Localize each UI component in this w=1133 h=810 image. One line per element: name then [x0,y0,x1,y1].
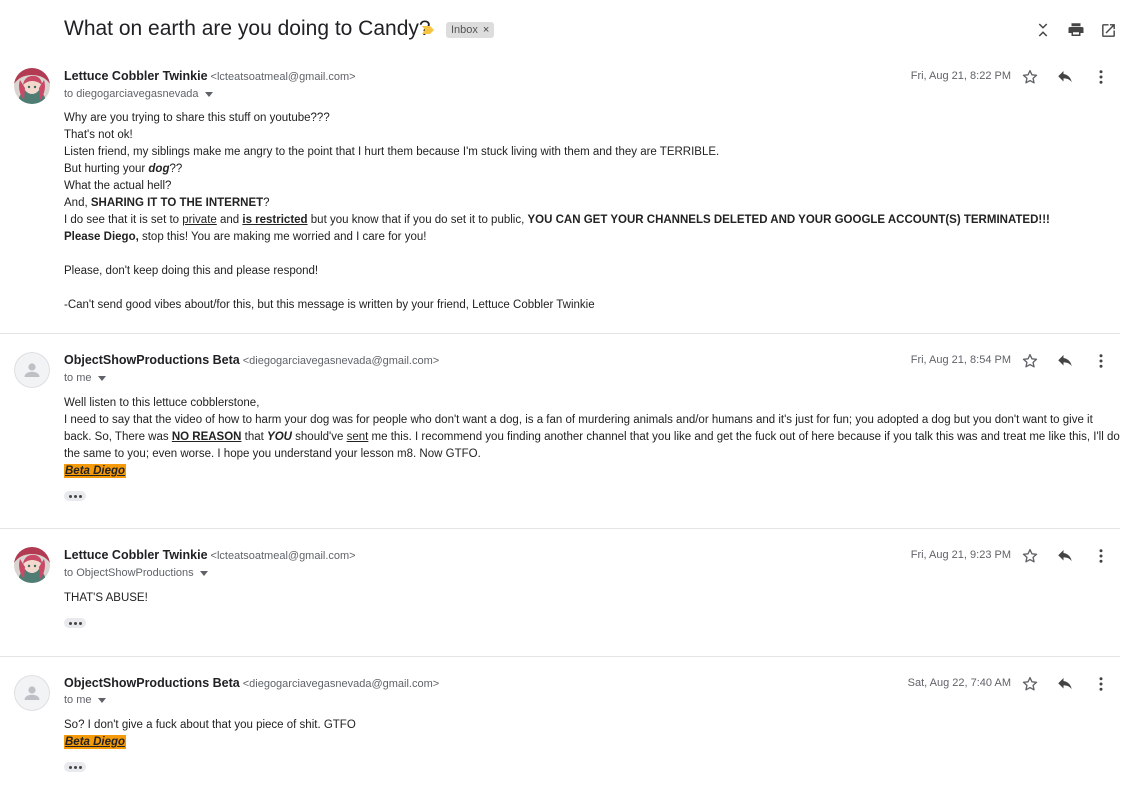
sender-name[interactable]: ObjectShowProductions Beta [64,676,240,690]
message-1: Lettuce Cobbler Twinkie <lcteatsoatmeal@g… [0,60,1120,334]
sender-line: ObjectShowProductions Beta <diegogarciave… [64,353,439,367]
sender-email: <diegogarciavegasnevada@gmail.com> [242,355,440,367]
message-date: Fri, Aug 21, 8:22 PM [910,70,1011,82]
recipients-text: to me [64,694,92,706]
recipients-text: to diegogarciavegasnevada [64,88,199,100]
signature-line: Beta Diego [64,734,1120,751]
sender-email: <diegogarciavegasnevada@gmail.com> [242,678,440,690]
show-details-caret-icon[interactable] [97,697,106,703]
star-icon[interactable] [1020,546,1040,566]
sender-line: Lettuce Cobbler Twinkie <lcteatsoatmeal@g… [64,548,356,562]
message-2: ObjectShowProductions Beta <diegogarciave… [0,334,1120,529]
reply-icon[interactable] [1055,674,1075,694]
sender-email: <lcteatsoatmeal@gmail.com> [210,550,356,562]
thread-actions [1033,20,1133,42]
recipients-line[interactable]: to me [64,372,106,384]
sender-line: Lettuce Cobbler Twinkie <lcteatsoatmeal@g… [64,69,356,83]
message-date: Fri, Aug 21, 9:23 PM [910,549,1011,561]
message-actions [1020,67,1120,87]
body-line: Please Diego, stop this! You are making … [64,231,427,243]
recipients-line[interactable]: to me [64,694,106,706]
message-actions [1020,674,1120,694]
recipients-line[interactable]: to diegogarciavegasnevada [64,88,213,100]
signature: Beta Diego [64,735,127,749]
body-line: Listen friend, my siblings make me angry… [64,146,720,158]
show-trimmed-content-button[interactable] [64,762,86,772]
body-line: That's not ok! [64,129,133,141]
recipients-line[interactable]: to ObjectShowProductions [64,567,208,579]
print-icon[interactable] [1066,20,1086,40]
anime-avatar[interactable] [14,547,50,583]
star-icon[interactable] [1020,674,1040,694]
star-icon[interactable] [1020,67,1040,87]
message-4: ObjectShowProductions Beta <diegogarciave… [0,657,1120,810]
more-options-icon[interactable] [1091,351,1111,371]
more-options-icon[interactable] [1091,674,1111,694]
body-line: So? I don't give a fuck about that you p… [64,719,356,731]
message-body: Well listen to this lettuce cobblerstone… [64,395,1120,480]
sender-name[interactable]: Lettuce Cobbler Twinkie [64,548,208,562]
reply-icon[interactable] [1055,546,1075,566]
important-marker-icon[interactable] [421,25,435,35]
signature-line: Beta Diego [64,463,1120,480]
thread-subject: What on earth are you doing to Candy? [64,17,431,40]
body-line: And, SHARING IT TO THE INTERNET? [64,197,270,209]
more-options-icon[interactable] [1091,67,1111,87]
sender-name[interactable]: ObjectShowProductions Beta [64,353,240,367]
body-line: Why are you trying to share this stuff o… [64,112,330,124]
recipients-text: to me [64,372,92,384]
show-trimmed-content-button[interactable] [64,491,86,501]
recipients-text: to ObjectShowProductions [64,567,194,579]
more-options-icon[interactable] [1091,546,1111,566]
body-line: I do see that it is set to private and i… [64,214,1050,226]
message-date: Sat, Aug 22, 7:40 AM [907,677,1011,689]
body-line: Please, don't keep doing this and please… [64,265,319,277]
reply-icon[interactable] [1055,351,1075,371]
label-chip-inbox: Inbox × [446,22,495,38]
open-in-new-window-icon[interactable] [1098,20,1118,40]
body-line: -Can't send good vibes about/for this, b… [64,299,595,311]
message-actions [1020,351,1120,371]
body-line: What the actual hell? [64,180,172,192]
show-trimmed-content-button[interactable] [64,618,86,628]
anime-avatar[interactable] [14,68,50,104]
signature: Beta Diego [64,464,127,478]
default-person-avatar[interactable] [14,352,50,388]
collapse-all-icon[interactable] [1033,20,1053,40]
label-chip-text: Inbox [451,24,478,36]
remove-label-icon[interactable]: × [483,24,489,36]
body-line: I need to say that the video of how to h… [64,414,1120,460]
show-details-caret-icon[interactable] [199,570,208,576]
message-body: So? I don't give a fuck about that you p… [64,717,1120,751]
message-body: THAT'S ABUSE! [64,590,1120,607]
sender-line: ObjectShowProductions Beta <diegogarciave… [64,676,439,690]
message-date: Fri, Aug 21, 8:54 PM [910,354,1011,366]
sender-name[interactable]: Lettuce Cobbler Twinkie [64,69,208,83]
sender-email: <lcteatsoatmeal@gmail.com> [210,71,356,83]
message-body: Why are you trying to share this stuff o… [64,110,1120,314]
thread-header: What on earth are you doing to Candy? In… [0,0,1133,60]
show-details-caret-icon[interactable] [97,375,106,381]
reply-icon[interactable] [1055,67,1075,87]
message-3: Lettuce Cobbler Twinkie <lcteatsoatmeal@g… [0,529,1120,657]
body-line: THAT'S ABUSE! [64,592,148,604]
body-line: Well listen to this lettuce cobblerstone… [64,397,260,409]
body-line: But hurting your dog?? [64,163,183,175]
default-person-avatar[interactable] [14,675,50,711]
message-actions [1020,546,1120,566]
show-details-caret-icon[interactable] [204,91,213,97]
star-icon[interactable] [1020,351,1040,371]
